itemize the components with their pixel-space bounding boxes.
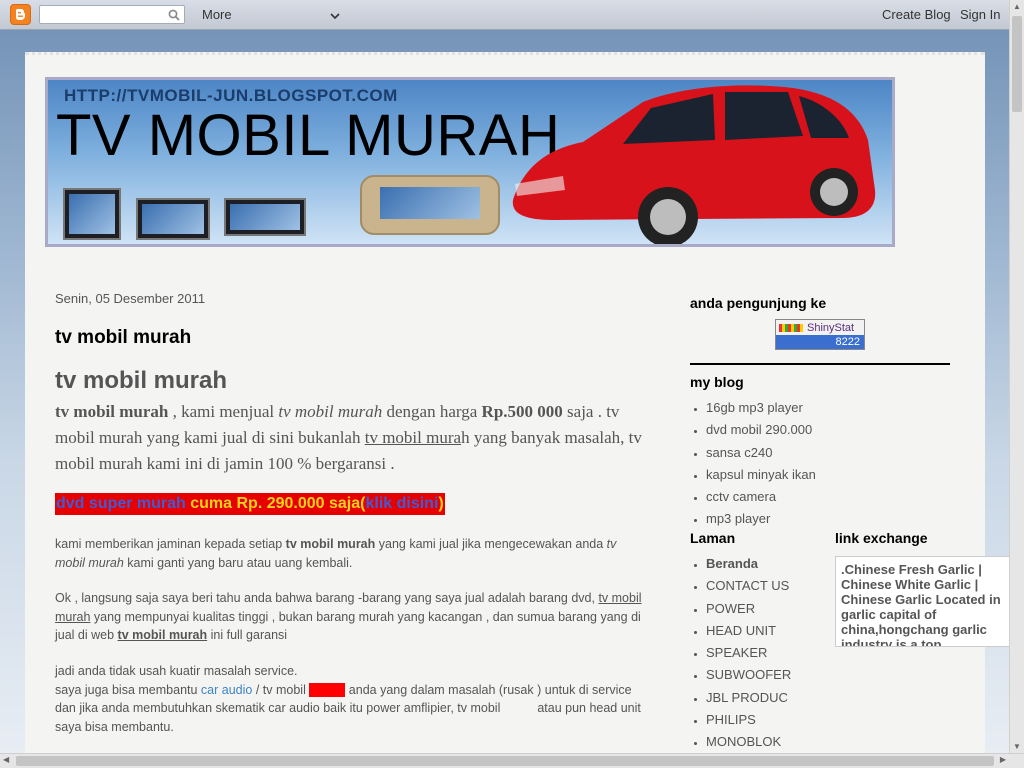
my-blog-list: 16gb mp3 player dvd mobil 290.000 sansa … [690,397,890,531]
scroll-right-icon[interactable]: ▶ [1000,755,1006,764]
counter-value: 8222 [776,335,864,349]
search-icon[interactable] [168,8,180,26]
promo-klik-disini-link[interactable]: klik disini [365,495,438,512]
chevron-down-icon[interactable] [330,8,340,26]
intro-italic-keyword: tv mobil murah [278,402,383,421]
more-dropdown[interactable]: More [202,7,232,22]
counter-logo-icon [779,323,803,332]
horizontal-scrollbar[interactable]: ◀ ▶ [0,753,1024,768]
scroll-up-icon[interactable]: ▲ [1013,2,1021,11]
head-unit-image [63,188,121,240]
scroll-down-icon[interactable]: ▼ [1013,742,1021,751]
list-item[interactable]: MONOBLOK [706,731,830,753]
list-item[interactable]: sansa c240 [706,442,890,464]
list-item[interactable]: HEAD UNIT [706,620,830,642]
list-item[interactable]: SPEAKER [706,642,830,664]
list-item[interactable]: PHILIPS [706,709,830,731]
laman-title: Laman [690,530,736,546]
promo-banner: dvd super murah cuma Rp. 290.000 saja(kl… [55,493,445,515]
car-image [512,85,876,244]
list-item[interactable]: SUBWOOFER [706,664,830,686]
list-item[interactable]: CONTACT US [706,575,830,597]
scroll-left-icon[interactable]: ◀ [3,755,9,764]
list-item[interactable]: 16gb mp3 player [706,397,890,419]
blog-title[interactable]: TV MOBIL MURAH [56,102,560,169]
list-item[interactable]: mp3 player [706,508,890,530]
list-item[interactable]: JBL PRODUC [706,687,830,709]
create-blog-link[interactable]: Create Blog [882,7,951,22]
post-date: Senin, 05 Desember 2011 [55,291,206,306]
head-unit-image [136,198,210,240]
intro-link[interactable]: tv mobil mura [365,428,461,447]
scroll-thumb[interactable] [16,756,994,766]
vertical-scrollbar[interactable]: ▲ ▼ [1009,0,1024,753]
intro-price: Rp.500 000 [481,402,563,421]
intro-bold-keyword: tv mobil murah [55,402,169,421]
post-heading: tv mobil murah [55,367,228,394]
red-highlight-box [309,683,346,698]
search-input[interactable] [39,5,185,24]
post-paragraph: Ok , langsung saja saya beri tahu anda b… [55,591,642,642]
scroll-thumb[interactable] [1012,16,1022,112]
list-item[interactable]: Beranda [706,553,830,575]
list-item[interactable]: kapsul minyak ikan [706,464,890,486]
my-blog-title: my blog [690,374,744,390]
post-intro: tv mobil murah , kami menjual tv mobil m… [55,402,642,473]
counter-brand: ShinyStat [807,321,855,334]
visitors-title: anda pengunjung ke [690,295,827,311]
list-item[interactable]: cctv camera [706,486,890,508]
list-item[interactable]: POWER [706,598,830,620]
blogger-navbar: More Create Blog Sign In [0,0,1009,30]
car-audio-link[interactable]: car audio [201,683,252,697]
laman-list: Beranda CONTACT US POWER HEAD UNIT SPEAK… [690,553,830,754]
divider [690,363,950,365]
headrest-monitor-image [360,175,500,235]
sign-in-link[interactable]: Sign In [960,7,1000,22]
blog-header-banner[interactable]: HTTP://TVMOBIL-JUN.BLOGSPOT.COM TV MOBIL… [45,77,895,247]
blogger-logo-icon[interactable] [10,4,31,25]
list-item[interactable]: dvd mobil 290.000 [706,419,890,441]
link-exchange-box[interactable]: .Chinese Fresh Garlic | Chinese White Ga… [835,556,1015,647]
link-exchange-title: link exchange [835,530,928,546]
head-unit-image [224,198,306,236]
post-paragraph: kami memberikan jaminan kepada setiap tv… [55,537,617,570]
post-paragraph: jadi anda tidak usah kuatir masalah serv… [55,664,641,734]
visitor-counter[interactable]: ShinyStat 8222 [775,319,865,350]
inline-link[interactable]: tv mobil murah [118,628,208,642]
post-title[interactable]: tv mobil murah [55,327,191,349]
blog-page: HTTP://TVMOBIL-JUN.BLOGSPOT.COM TV MOBIL… [25,52,1015,754]
